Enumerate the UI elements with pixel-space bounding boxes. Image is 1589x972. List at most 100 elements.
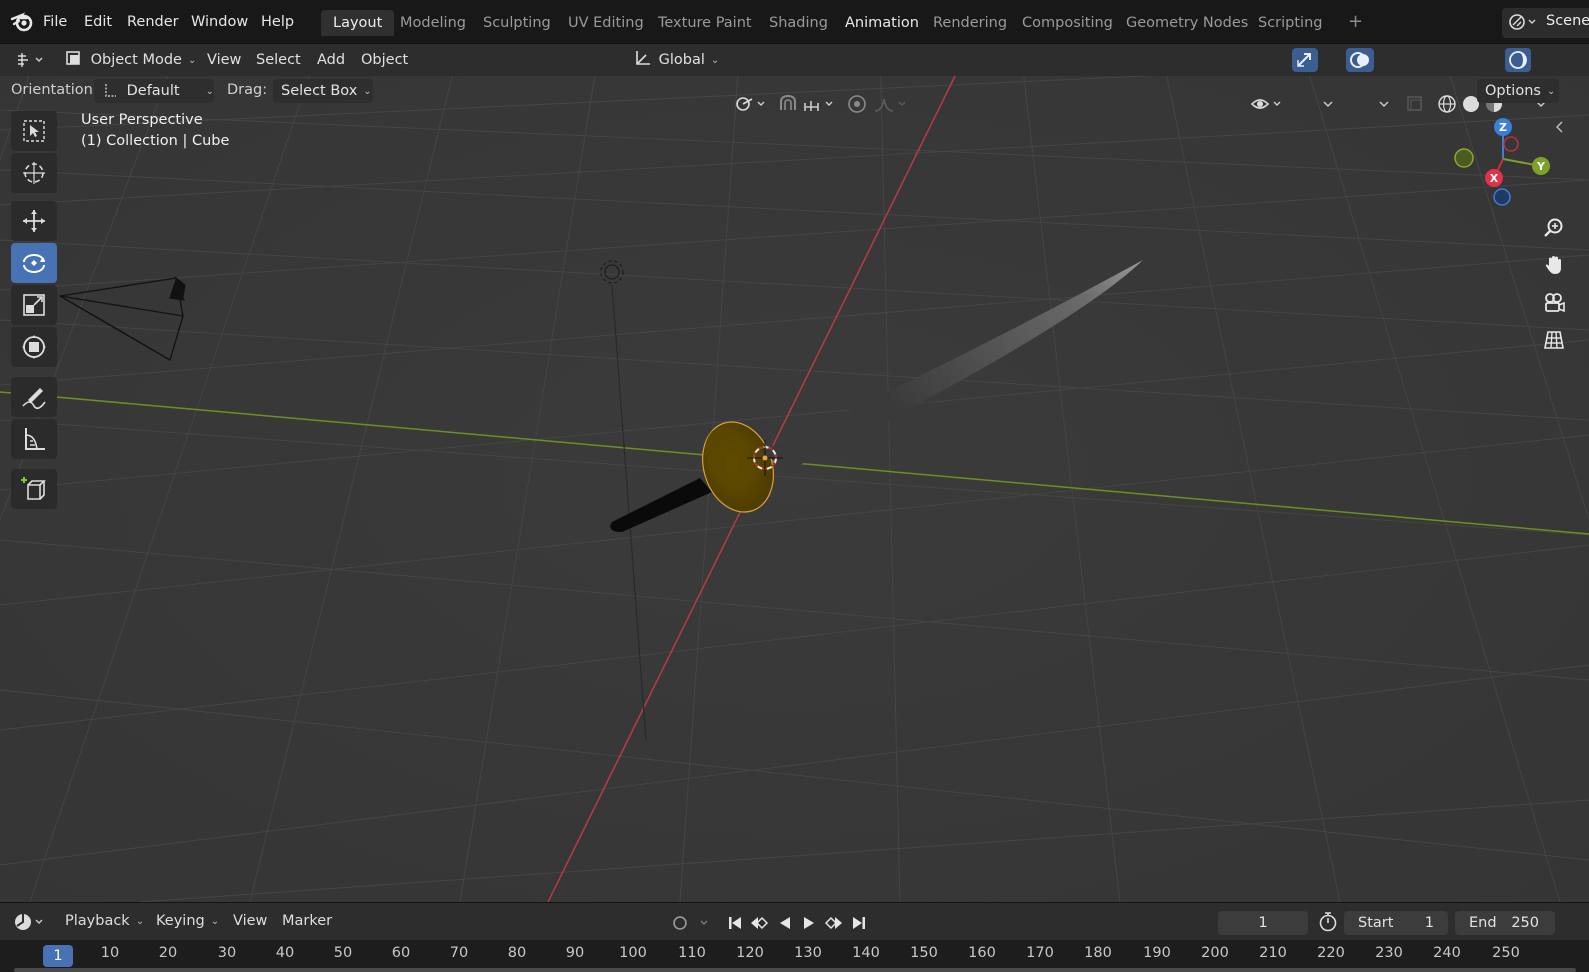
ruler-tick: 220 [1317, 945, 1345, 961]
next-keyframe-icon [824, 916, 842, 930]
scene-name[interactable]: Scene [1546, 13, 1589, 29]
ruler-tick: 160 [968, 945, 996, 961]
move-icon [23, 210, 45, 232]
gizmo-z-label: Z [1499, 121, 1507, 134]
overlays-toggle[interactable] [1346, 48, 1374, 72]
auto-keying-icon[interactable] [669, 912, 713, 934]
perspective-toggle-button[interactable] [1538, 324, 1570, 356]
menu-help[interactable]: Help [261, 12, 294, 32]
menu-file[interactable]: File [43, 12, 67, 32]
jump-end-button[interactable] [848, 913, 870, 933]
drag-dropdown[interactable]: Select Box ⌄ [273, 79, 373, 103]
tab-modeling[interactable]: Modeling [388, 10, 478, 36]
end-label: End [1469, 915, 1497, 931]
overlays-icon [1350, 52, 1369, 68]
editor-type-button[interactable] [12, 48, 48, 72]
top-bar: File Edit Render Window Help Layout Mode… [0, 0, 1589, 44]
ruler-tick: 70 [449, 945, 469, 961]
annotate-icon [22, 388, 46, 410]
jump-start-icon [729, 917, 741, 929]
collection-info: (1) Collection | Cube [81, 133, 230, 149]
tool-rotate[interactable] [11, 243, 57, 283]
add-workspace-button[interactable]: + [1348, 12, 1363, 32]
tab-compositing[interactable]: Compositing [1010, 10, 1125, 36]
current-frame-field[interactable]: 1 [1218, 911, 1308, 935]
tool-annotate[interactable] [11, 377, 57, 417]
prev-keyframe-button[interactable] [749, 913, 771, 933]
menu-timeline-view[interactable]: View [233, 913, 267, 929]
orientation-dropdown[interactable]: Default ⌄ [94, 79, 214, 103]
zoom-button[interactable] [1538, 212, 1570, 244]
ruler-tick: 60 [391, 945, 411, 961]
timeline-editor-icon[interactable] [12, 911, 48, 933]
tab-uv-editing[interactable]: UV Editing [556, 10, 656, 36]
ruler-tick: 200 [1201, 945, 1229, 961]
navigation-gizmo[interactable]: Z Y X [1450, 116, 1560, 208]
blender-logo-icon[interactable] [10, 10, 34, 32]
start-frame-field[interactable]: Start 1 [1344, 911, 1448, 935]
menu-view[interactable]: View [207, 48, 241, 72]
mode-dropdown[interactable]: Object Mode ⌄ [60, 48, 198, 72]
ruler-tick: 130 [794, 945, 822, 961]
ruler-tick: 100 [619, 945, 647, 961]
tab-sculpting[interactable]: Sculpting [471, 10, 563, 36]
ruler-tick: 40 [275, 945, 295, 961]
play-reverse-button[interactable] [774, 913, 796, 933]
3d-viewport[interactable]: User Perspective (1) Collection | Cube Z… [0, 44, 1589, 902]
ruler-tick: 120 [736, 945, 764, 961]
menu-edit[interactable]: Edit [84, 12, 112, 32]
menu-marker[interactable]: Marker [282, 913, 332, 929]
menu-window[interactable]: Window [191, 12, 248, 32]
rotate-icon [23, 254, 45, 273]
select-box-icon [23, 120, 45, 142]
cursor-icon [23, 162, 45, 184]
menu-select[interactable]: Select [256, 48, 301, 72]
tool-move[interactable] [11, 201, 57, 241]
tool-scale[interactable] [11, 285, 57, 325]
playhead-frame[interactable]: 1 [43, 945, 73, 967]
gizmos-toggle[interactable] [1292, 48, 1318, 72]
transform-orientation-dropdown[interactable]: Global ⌄ [632, 48, 724, 72]
menu-add[interactable]: Add [317, 48, 345, 72]
gizmo-x-label: X [1490, 172, 1499, 185]
tab-animation[interactable]: Animation [833, 10, 931, 36]
menu-render[interactable]: Render [127, 12, 179, 32]
tab-texture-paint[interactable]: Texture Paint [646, 10, 764, 36]
pan-button[interactable] [1538, 249, 1570, 281]
rendered-shading-toggle[interactable] [1505, 48, 1531, 72]
tool-add-cube[interactable] [11, 469, 57, 509]
ruler-tick: 240 [1433, 945, 1461, 961]
drag-field-label: Drag: [227, 82, 268, 98]
timeline-header: Playback ⌄ Keying ⌄ View Marker 1 Start 1 … [0, 902, 1589, 940]
options-dropdown[interactable]: Options ⌄ [1477, 79, 1559, 103]
play-button[interactable] [798, 913, 820, 933]
menu-playback[interactable]: Playback ⌄ [65, 913, 144, 929]
mode-label: Object Mode [90, 52, 182, 68]
ruler-tick: 50 [333, 945, 353, 961]
next-keyframe-button[interactable] [822, 913, 844, 933]
tab-geometry-nodes[interactable]: Geometry Nodes [1114, 10, 1260, 36]
stopwatch-icon[interactable] [1318, 911, 1338, 933]
tab-rendering[interactable]: Rendering [921, 10, 1019, 36]
timeline-scrollbar[interactable] [14, 968, 1576, 972]
jump-start-button[interactable] [724, 913, 746, 933]
scene-icon[interactable] [1508, 13, 1538, 31]
viewport-header: Object Mode ⌄ View Select Add Object Glob… [0, 44, 1589, 113]
camera-view-icon [1545, 293, 1565, 313]
tool-measure[interactable] [11, 419, 57, 459]
chevron-down-icon: ⌄ [1546, 86, 1556, 97]
ruler-tick: 140 [852, 945, 880, 961]
camera-view-button[interactable] [1538, 287, 1570, 319]
menu-object[interactable]: Object [361, 48, 408, 72]
menu-keying[interactable]: Keying ⌄ [156, 913, 219, 929]
tab-scripting[interactable]: Scripting [1246, 10, 1334, 36]
tab-shading[interactable]: Shading [757, 10, 840, 36]
end-frame-field[interactable]: End 250 [1455, 911, 1555, 935]
tab-layout[interactable]: Layout [321, 10, 395, 36]
tool-transform[interactable] [11, 327, 57, 367]
prev-keyframe-icon [751, 916, 769, 930]
tool-cursor[interactable] [11, 153, 57, 193]
sidebar-toggle-icon[interactable] [1554, 120, 1564, 134]
tool-select-box[interactable] [11, 111, 57, 151]
orientation-axes-icon [636, 51, 650, 65]
